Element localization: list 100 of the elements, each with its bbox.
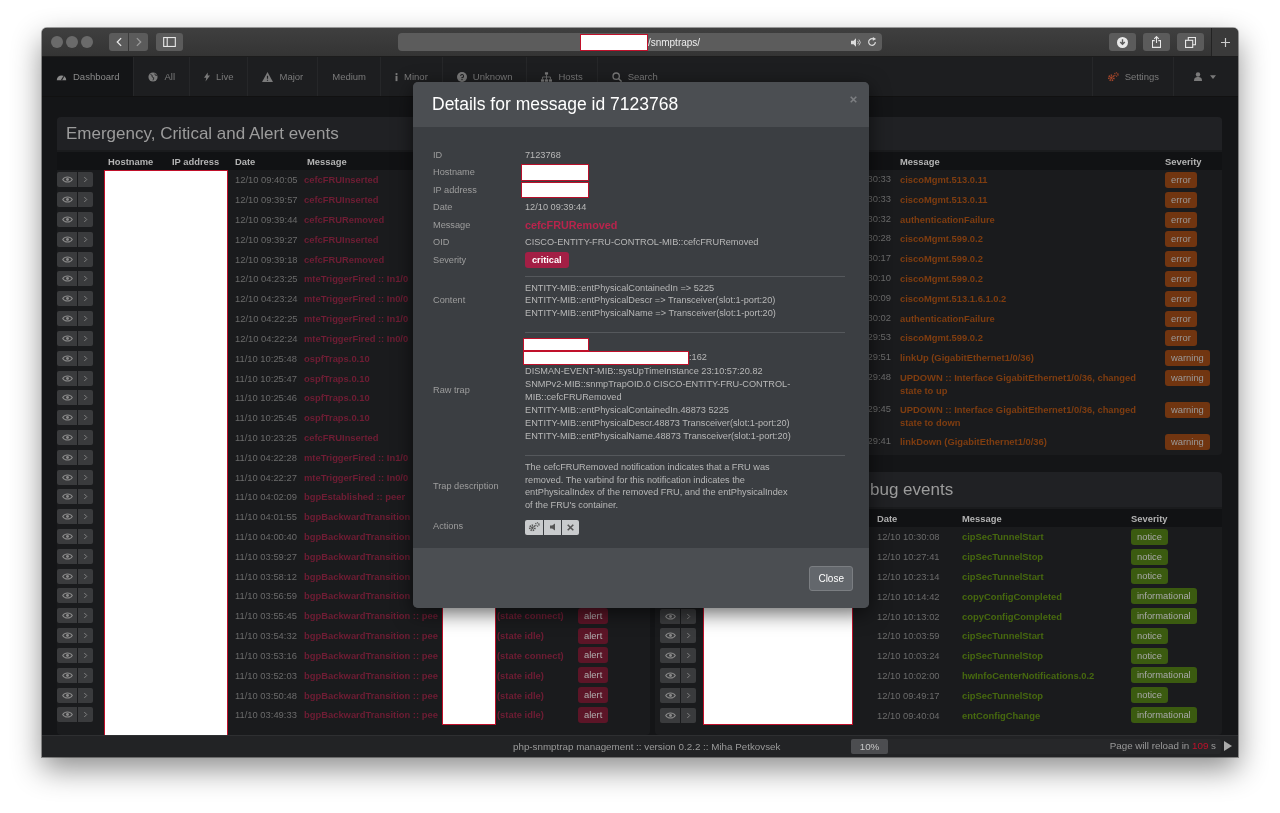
view-button[interactable] bbox=[57, 489, 77, 505]
eye-icon bbox=[61, 196, 73, 204]
message-text: ciscoMgmt.513.0.11 bbox=[900, 173, 988, 186]
date-text: 12/10 09:40:04 bbox=[877, 709, 940, 721]
nav-tab[interactable]: Major bbox=[248, 57, 319, 96]
view-button[interactable] bbox=[57, 390, 77, 406]
view-button[interactable] bbox=[57, 608, 77, 624]
redacted-area bbox=[521, 164, 589, 181]
date-text: 11/10 03:54:32 bbox=[235, 630, 297, 642]
view-button[interactable] bbox=[57, 687, 77, 703]
view-button[interactable] bbox=[57, 647, 77, 663]
message-text: ospfTraps.0.10 bbox=[304, 412, 370, 424]
view-button[interactable] bbox=[660, 608, 680, 624]
trap-line: :162 bbox=[689, 351, 707, 365]
view-button[interactable] bbox=[57, 469, 77, 485]
view-button[interactable] bbox=[660, 707, 680, 723]
view-button[interactable] bbox=[57, 291, 77, 307]
gears-icon bbox=[528, 522, 540, 533]
back-button[interactable] bbox=[109, 33, 128, 51]
eye-icon bbox=[61, 473, 73, 481]
delete-button[interactable] bbox=[562, 519, 579, 535]
dialog-title: Details for message id 7123768 bbox=[432, 94, 679, 115]
view-button[interactable] bbox=[57, 231, 77, 247]
severity-badge: alert bbox=[578, 687, 609, 704]
download-button[interactable] bbox=[1109, 33, 1136, 51]
message-text: bgpBackwardTransition :: pee bbox=[304, 630, 439, 642]
view-button[interactable] bbox=[57, 192, 77, 208]
date-text: 12/10 10:03:24 bbox=[877, 650, 940, 662]
column-header: Severity bbox=[1131, 512, 1168, 524]
message-text: mteTriggerFired :: In0/0 bbox=[304, 293, 409, 305]
settings-link[interactable]: Settings bbox=[1091, 57, 1174, 96]
severity-badge: notice bbox=[1131, 548, 1169, 565]
nav-tab[interactable]: Dashboard bbox=[42, 57, 135, 96]
eye-icon bbox=[61, 255, 73, 263]
gauge-icon bbox=[56, 72, 67, 81]
view-button[interactable] bbox=[57, 529, 77, 545]
field-label: Content bbox=[433, 295, 466, 306]
chevron-icon bbox=[686, 671, 691, 679]
chevron-icon bbox=[686, 691, 691, 699]
share-button[interactable] bbox=[1143, 33, 1170, 51]
view-button[interactable] bbox=[57, 350, 77, 366]
field-label: Hostname bbox=[433, 167, 475, 178]
chevron-icon bbox=[83, 433, 88, 441]
view-button[interactable] bbox=[57, 172, 77, 188]
progress-fill: 10% bbox=[851, 739, 888, 754]
tabs-button[interactable] bbox=[1177, 33, 1204, 51]
nav-tab[interactable]: Search bbox=[597, 57, 672, 96]
view-button[interactable] bbox=[57, 330, 77, 346]
new-tab-button[interactable] bbox=[1211, 28, 1238, 56]
date-text: 29:41 bbox=[867, 434, 891, 446]
nav-tab[interactable]: Live bbox=[190, 57, 249, 96]
view-button[interactable] bbox=[57, 449, 77, 465]
speaker-icon bbox=[550, 523, 555, 532]
message-text: (state idle) bbox=[497, 669, 544, 681]
view-button[interactable] bbox=[660, 648, 680, 664]
view-button[interactable] bbox=[57, 548, 77, 564]
configure-button[interactable] bbox=[525, 519, 543, 535]
view-button[interactable] bbox=[57, 568, 77, 584]
view-button[interactable] bbox=[660, 628, 680, 644]
severity-badge: error bbox=[1165, 310, 1197, 327]
message-text: ciscoMgmt.513.1.6.1.0.2 bbox=[900, 291, 1007, 305]
view-button[interactable] bbox=[57, 370, 77, 386]
mute-button[interactable] bbox=[544, 519, 561, 535]
close-button[interactable]: Close bbox=[809, 565, 853, 591]
trap-line: ENTITY-MIB::entPhysicalDescr => Transceiver(slot:1-port:20) bbox=[525, 294, 776, 308]
message-text: bgpBackwardTransition :: pee bbox=[304, 689, 439, 701]
nav-tab[interactable]: Medium bbox=[318, 57, 382, 96]
view-button[interactable] bbox=[57, 410, 77, 426]
view-button[interactable] bbox=[57, 311, 77, 327]
view-button[interactable] bbox=[57, 271, 77, 287]
date-text: 30:02 bbox=[867, 311, 891, 323]
chevron-icon bbox=[83, 295, 88, 303]
trap-line: ENTITY-MIB::entPhysicalDescr.48873 Transceiver(slot:1-port:20) bbox=[525, 416, 790, 430]
trap-line: DISMAN-EVENT-MIB::sysUpTimeInstance 23:10:57:20.82 bbox=[525, 365, 763, 379]
view-button[interactable] bbox=[57, 707, 77, 723]
chevron-icon bbox=[83, 671, 88, 679]
address-bar[interactable]: /snmptraps/ bbox=[398, 33, 882, 51]
view-button[interactable] bbox=[660, 687, 680, 703]
date-text: 11/10 10:25:46 bbox=[235, 392, 297, 404]
view-button[interactable] bbox=[57, 429, 77, 445]
view-button[interactable] bbox=[57, 588, 77, 604]
view-button[interactable] bbox=[57, 667, 77, 683]
sidebar-button[interactable] bbox=[156, 33, 183, 51]
view-button[interactable] bbox=[57, 251, 77, 267]
view-button[interactable] bbox=[57, 509, 77, 525]
date-text: 30:28 bbox=[867, 232, 891, 244]
credits-text: php-snmptrap management :: version 0.2.2 :: Miha Petkovsek bbox=[512, 741, 782, 752]
view-button[interactable] bbox=[57, 212, 77, 228]
severity-badge: error bbox=[1165, 271, 1197, 287]
date-text: 12/10 09:39:57 bbox=[235, 194, 298, 206]
view-button[interactable] bbox=[57, 628, 77, 644]
nav-tab[interactable]: All bbox=[134, 57, 191, 96]
view-button[interactable] bbox=[660, 667, 680, 683]
severity-badge: notice bbox=[1131, 568, 1169, 585]
severity-badge: critical bbox=[525, 252, 569, 269]
eye-icon bbox=[61, 552, 73, 560]
eye-icon bbox=[61, 354, 73, 362]
chevron-icon bbox=[686, 711, 691, 719]
chevron-icon bbox=[83, 513, 88, 521]
chevron-icon bbox=[83, 533, 88, 541]
